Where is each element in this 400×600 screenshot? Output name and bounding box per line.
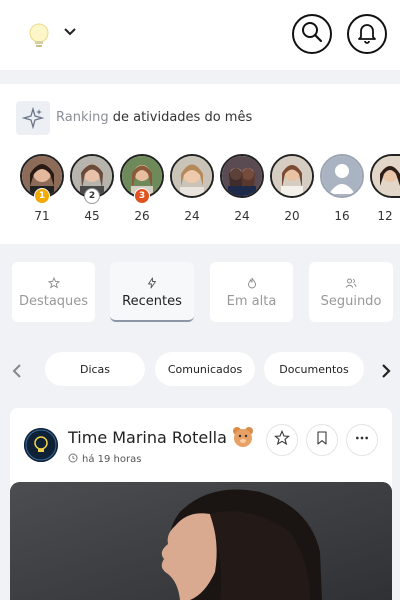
category-dicas[interactable]: Dicas [45, 352, 145, 386]
category-comunicados[interactable]: Comunicados [155, 352, 255, 386]
notifications-button[interactable] [347, 14, 387, 54]
ranking-score: 71 [34, 209, 50, 223]
more-options-button[interactable] [346, 424, 378, 456]
bookmark-icon [314, 430, 330, 450]
star-icon [273, 429, 291, 450]
clock-icon [68, 453, 78, 466]
tab-seguindo[interactable]: Seguindo [309, 262, 393, 322]
search-button[interactable] [292, 14, 332, 54]
avatar[interactable] [24, 428, 58, 462]
post-image[interactable] [10, 482, 392, 600]
post-time-label: há 19 horas [82, 454, 142, 465]
tab-label: Seguindo [320, 294, 382, 309]
app-header [0, 0, 400, 70]
users-icon [309, 274, 393, 293]
avatar[interactable] [170, 154, 214, 198]
more-icon [354, 430, 370, 450]
scroll-left-icon[interactable] [10, 362, 26, 380]
rank-badge: 1 [34, 188, 50, 204]
ranking-score: 16 [334, 209, 350, 223]
tab-label: Destaques [18, 294, 89, 309]
tab-label: Recentes [122, 294, 182, 309]
avatar[interactable] [370, 154, 400, 198]
search-icon [300, 20, 324, 48]
avatar-placeholder[interactable] [320, 154, 364, 198]
category-documentos[interactable]: Documentos [264, 352, 364, 386]
ranking-title: Ranking de atividades do mês [56, 110, 253, 125]
rank-badge: 2 [84, 188, 100, 204]
favorite-button[interactable] [266, 424, 298, 456]
ranking-avatars: 1 71 2 45 3 26 24 24 20 16 12 [0, 154, 400, 234]
post-card: Time Marina Rotella há 19 horas [10, 408, 392, 600]
ranking-score: 26 [134, 209, 150, 223]
tab-recentes[interactable]: Recentes [110, 262, 194, 322]
tab-em-alta[interactable]: Em alta [210, 262, 293, 322]
scroll-right-icon[interactable] [378, 362, 394, 380]
bookmark-button[interactable] [306, 424, 338, 456]
tab-destaques[interactable]: Destaques [12, 262, 95, 322]
ranking-score: 24 [234, 209, 250, 223]
teddy-bear-icon [230, 424, 256, 450]
avatar[interactable] [220, 154, 264, 198]
chevron-down-icon[interactable] [62, 24, 78, 38]
star-icon [12, 274, 95, 293]
post-author[interactable]: Time Marina Rotella [68, 428, 227, 447]
ranking-card: Ranking de atividades do mês 1 71 2 45 3… [0, 84, 400, 244]
lightbulb-icon[interactable] [26, 22, 52, 50]
ranking-score: 20 [284, 209, 300, 223]
lightning-icon [110, 274, 194, 293]
tab-label: Em alta [226, 294, 277, 309]
ranking-score: 12 [377, 209, 393, 223]
avatar[interactable] [270, 154, 314, 198]
post-time: há 19 horas [68, 453, 141, 466]
ranking-score: 24 [184, 209, 200, 223]
rank-badge: 3 [134, 188, 150, 204]
fire-icon [210, 274, 293, 293]
bell-icon [355, 20, 379, 48]
ranking-score: 45 [84, 209, 100, 223]
sparkles-icon [16, 101, 50, 135]
